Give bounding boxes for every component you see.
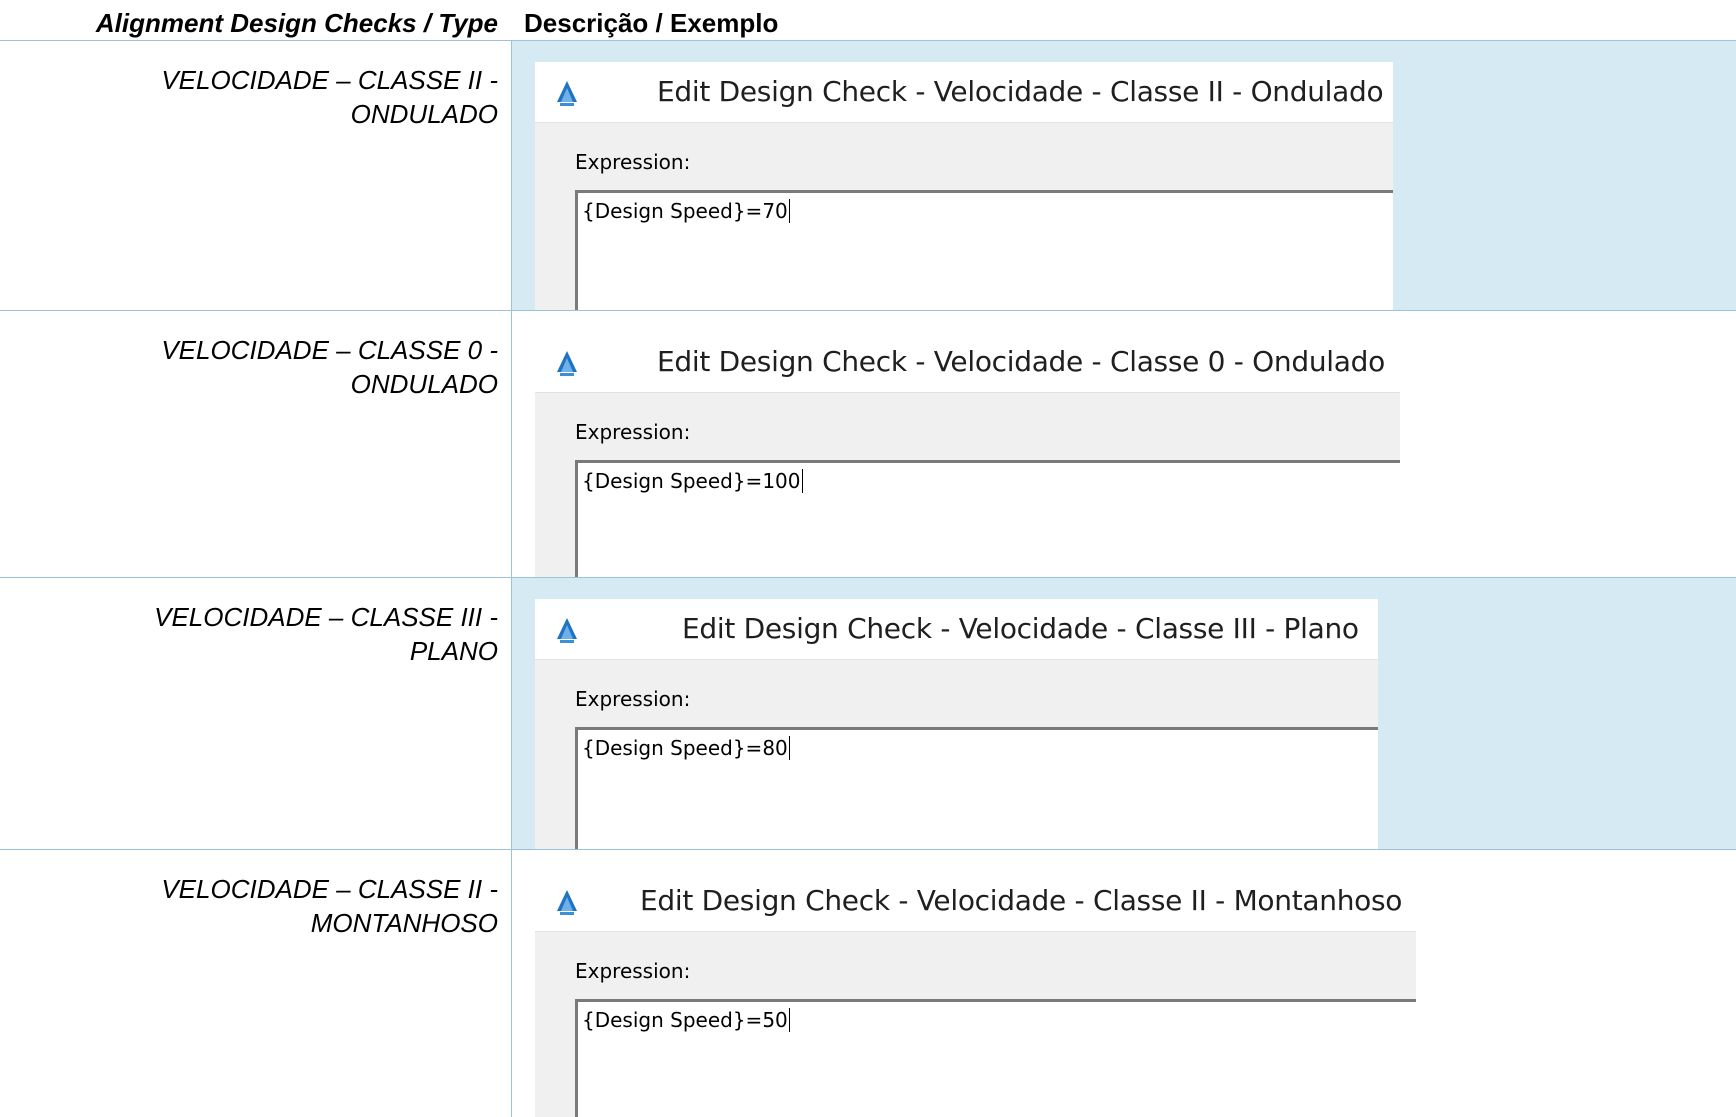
type-line-1: VELOCIDADE – CLASSE III - [154,602,498,632]
edit-design-check-dialog: Edit Design Check - Velocidade - Classe … [535,599,1378,850]
expression-label: Expression: [575,687,691,711]
column-header-description: Descrição / Exemplo [524,8,779,38]
type-cell: VELOCIDADE – CLASSE II - MONTANHOSO [0,850,498,1117]
text-caret [788,199,790,223]
design-check-type: VELOCIDADE – CLASSE II - MONTANHOSO [38,872,498,940]
edit-design-check-dialog: Edit Design Check - Velocidade - Classe … [535,871,1416,1117]
text-caret [788,736,790,760]
edit-design-check-dialog: Edit Design Check - Velocidade - Classe … [535,332,1400,578]
description-cell: Edit Design Check - Velocidade - Classe … [511,41,1736,311]
description-cell: Edit Design Check - Velocidade - Classe … [511,578,1736,850]
design-check-type: VELOCIDADE – CLASSE II - ONDULADO [38,63,498,131]
table-header: Alignment Design Checks / Type Descrição… [0,0,1736,41]
autocad-civil-app-icon [557,618,577,643]
expression-input[interactable]: {Design Speed}=70 [575,190,1393,311]
expression-value: {Design Speed}=70 [582,199,788,223]
edit-design-check-dialog: Edit Design Check - Velocidade - Classe … [535,62,1393,311]
type-cell: VELOCIDADE – CLASSE 0 - ONDULADO [0,311,498,578]
dialog-title: Edit Design Check - Velocidade - Classe … [640,884,1403,917]
expression-input[interactable]: {Design Speed}=80 [575,727,1378,850]
type-line-1: VELOCIDADE – CLASSE 0 - [161,335,498,365]
type-line-2: ONDULADO [350,369,498,399]
expression-input[interactable]: {Design Speed}=50 [575,999,1416,1117]
dialog-title-bar: Edit Design Check - Velocidade - Classe … [535,871,1416,932]
table-row: VELOCIDADE – CLASSE II - MONTANHOSO Edit… [0,850,1736,1117]
type-cell: VELOCIDADE – CLASSE III - PLANO [0,578,498,850]
table-row: VELOCIDADE – CLASSE III - PLANO Edit Des… [0,578,1736,850]
autocad-civil-app-icon [557,351,577,376]
expression-label: Expression: [575,959,691,983]
text-caret [788,1008,790,1032]
type-line-1: VELOCIDADE – CLASSE II - [161,874,498,904]
document-page: Alignment Design Checks / Type Descrição… [0,0,1736,1117]
dialog-title: Edit Design Check - Velocidade - Classe … [682,612,1359,645]
expression-label: Expression: [575,150,691,174]
expression-value: {Design Speed}=80 [582,736,788,760]
description-cell: Edit Design Check - Velocidade - Classe … [511,850,1736,1117]
description-cell: Edit Design Check - Velocidade - Classe … [511,311,1736,578]
type-cell: VELOCIDADE – CLASSE II - ONDULADO [0,41,498,311]
column-header-type: Alignment Design Checks / Type [95,8,498,38]
type-line-2: ONDULADO [350,99,498,129]
table-row: VELOCIDADE – CLASSE II - ONDULADO Edit D… [0,41,1736,311]
type-line-2: MONTANHOSO [310,908,498,938]
expression-value: {Design Speed}=100 [582,469,801,493]
type-line-2: PLANO [409,636,498,666]
design-check-type: VELOCIDADE – CLASSE 0 - ONDULADO [38,333,498,401]
dialog-title: Edit Design Check - Velocidade - Classe … [657,75,1384,108]
autocad-civil-app-icon [557,890,577,915]
dialog-title: Edit Design Check - Velocidade - Classe … [657,345,1385,378]
expression-label: Expression: [575,420,691,444]
text-caret [801,469,803,493]
dialog-title-bar: Edit Design Check - Velocidade - Classe … [535,62,1393,123]
autocad-civil-app-icon [557,81,577,106]
dialog-title-bar: Edit Design Check - Velocidade - Classe … [535,332,1400,393]
table-row: VELOCIDADE – CLASSE 0 - ONDULADO Edit De… [0,311,1736,578]
design-check-type: VELOCIDADE – CLASSE III - PLANO [38,600,498,668]
dialog-title-bar: Edit Design Check - Velocidade - Classe … [535,599,1378,660]
expression-input[interactable]: {Design Speed}=100 [575,460,1400,578]
expression-value: {Design Speed}=50 [582,1008,788,1032]
type-line-1: VELOCIDADE – CLASSE II - [161,65,498,95]
